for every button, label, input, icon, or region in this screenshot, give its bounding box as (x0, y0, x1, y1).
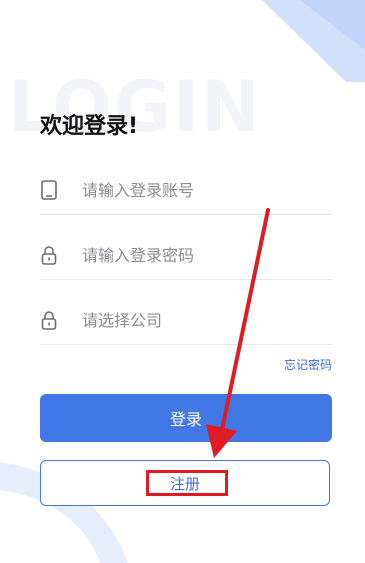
account-input[interactable] (80, 174, 324, 206)
lock-icon (40, 244, 58, 266)
login-button[interactable]: 登录 (40, 394, 332, 442)
account-field[interactable] (40, 166, 332, 215)
phone-icon (40, 179, 58, 201)
annotation-highlight-box (146, 470, 228, 496)
company-select[interactable] (80, 304, 324, 336)
welcome-title: 欢迎登录! (40, 114, 139, 139)
forgot-password-link[interactable]: 忘记密码 (284, 356, 332, 373)
password-field[interactable] (40, 231, 332, 280)
company-field[interactable] (40, 296, 332, 345)
lock-icon (40, 309, 58, 331)
password-input[interactable] (80, 239, 324, 271)
